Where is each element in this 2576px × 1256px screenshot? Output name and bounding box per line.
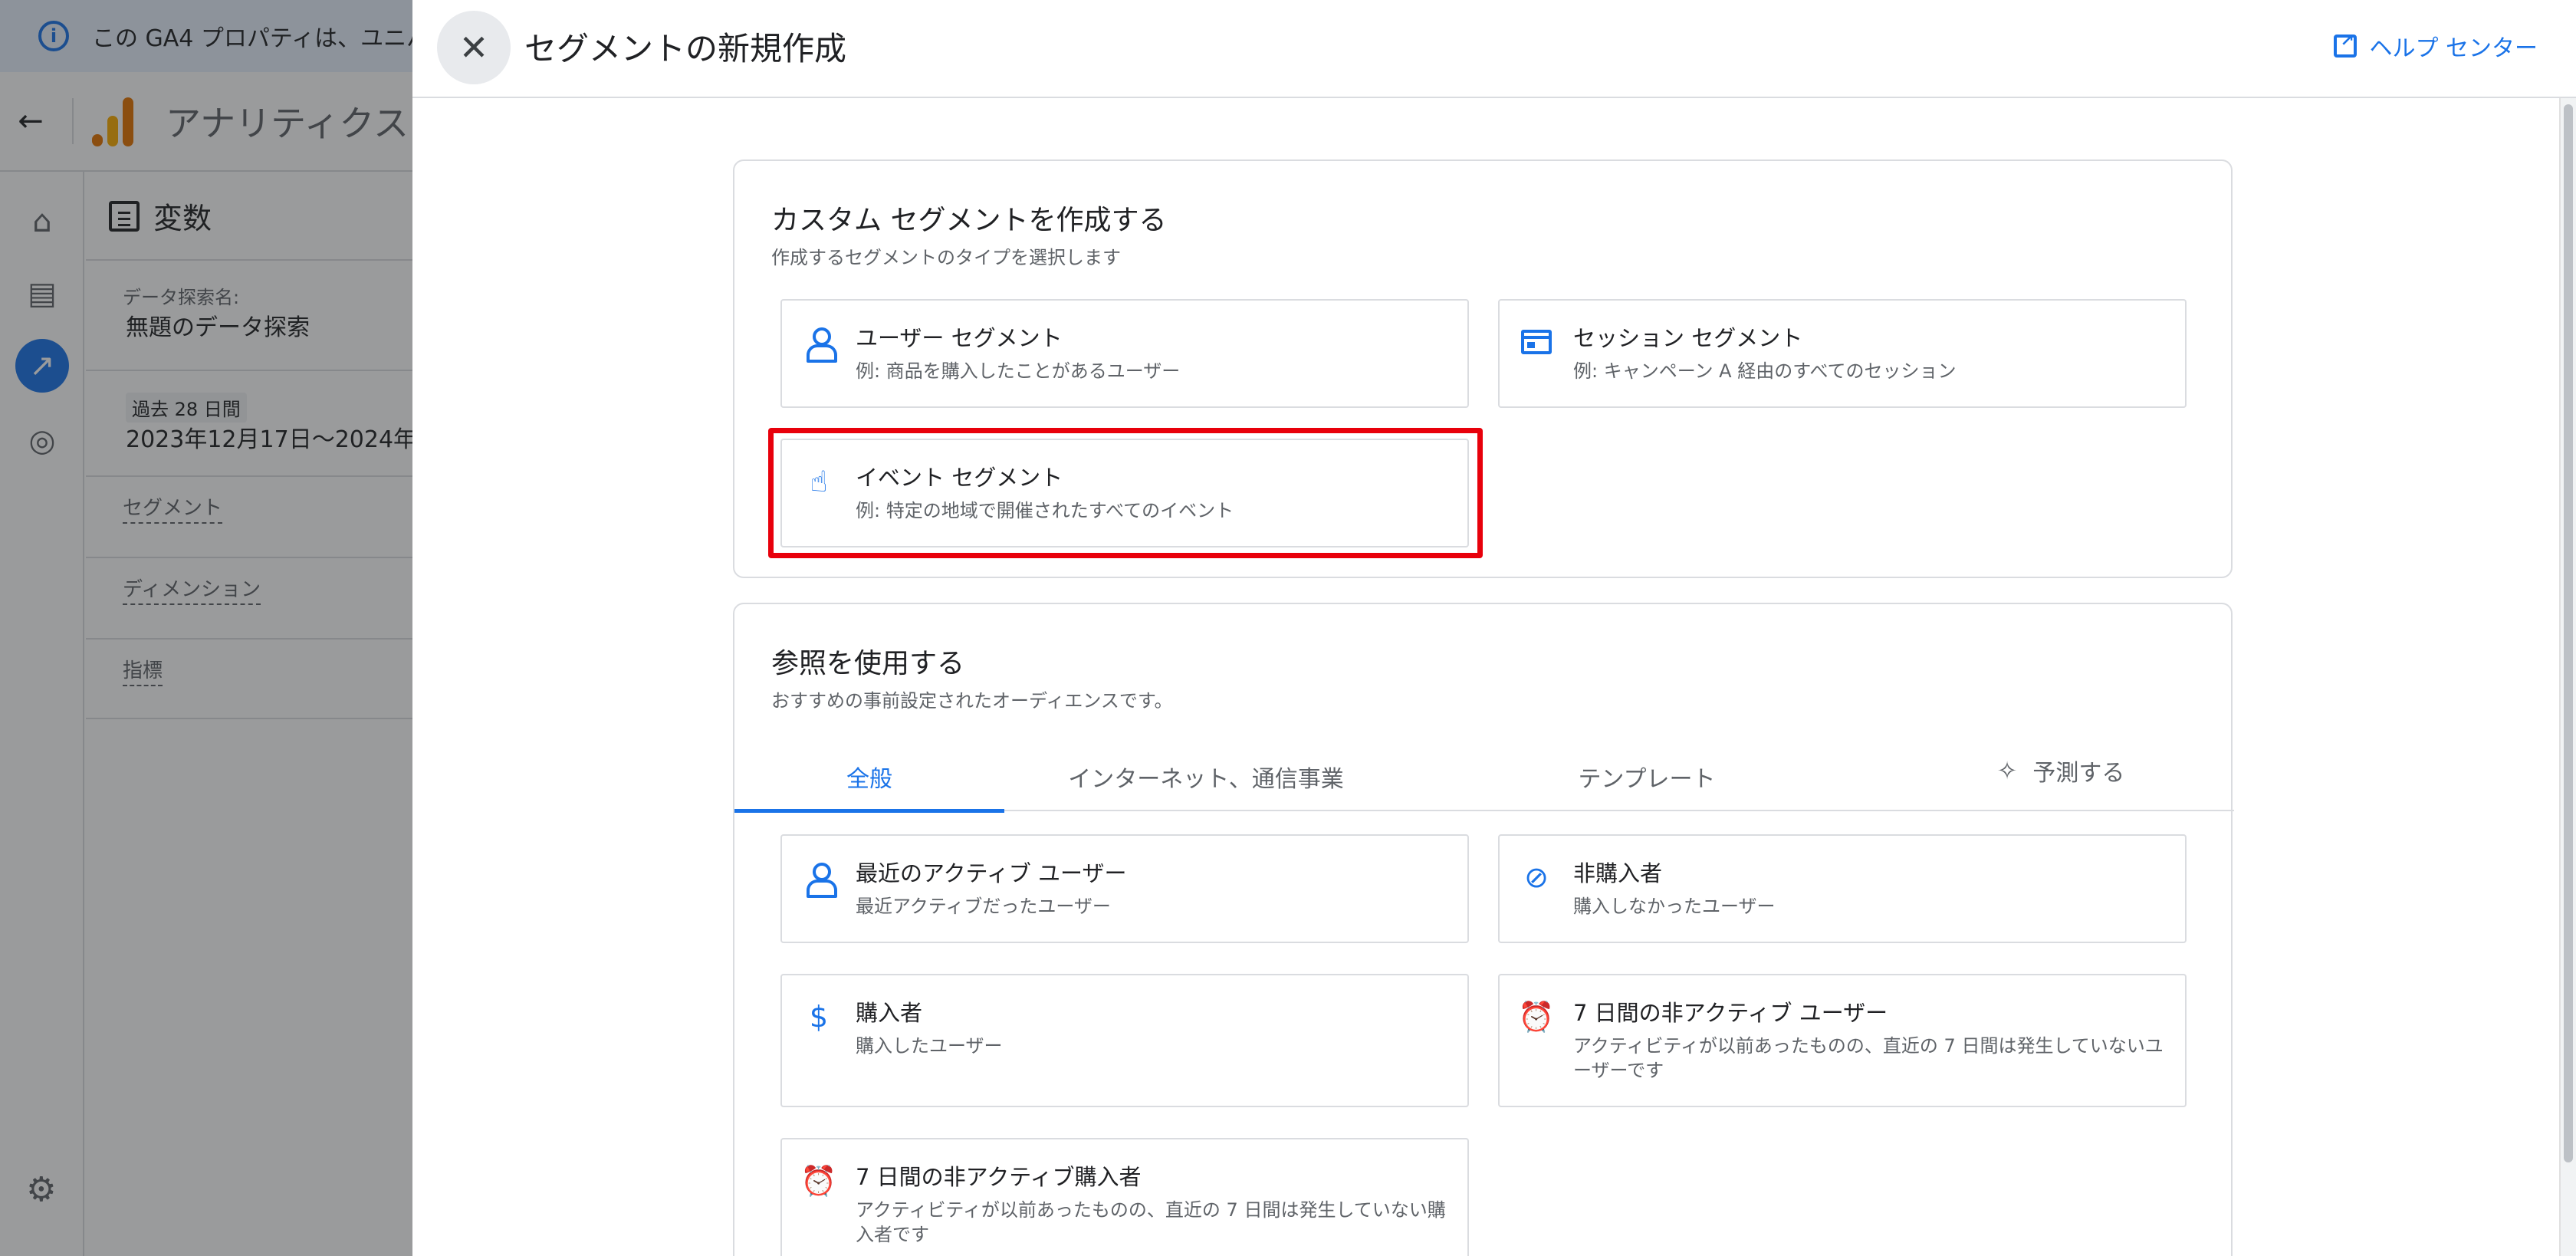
drawer-header: ✕ セグメントの新規作成 ヘルプ センター <box>412 0 2576 98</box>
highlight-box <box>768 428 1483 558</box>
dollar-icon: $ <box>809 1000 829 1034</box>
option-description: 最近アクティブだったユーザー <box>856 896 1111 917</box>
open-in-new-icon <box>2334 31 2358 58</box>
tab-predictive[interactable]: ✧ 予測する <box>1961 736 2160 805</box>
option-title: 購入者 <box>856 1000 923 1026</box>
reference-tabs: 全般 インターネット、通信事業 テンプレート ✧ 予測する <box>734 742 2234 813</box>
option-title: 非購入者 <box>1573 860 1663 886</box>
close-button[interactable]: ✕ <box>437 11 511 84</box>
option-description: 購入したユーザー <box>856 1035 1003 1057</box>
alarm-off-icon: ⏰ <box>800 1163 837 1198</box>
option-title: セッション セグメント <box>1573 325 1803 351</box>
option-description: アクティビティが以前あったものの、直近の 7 日間は発生していないユーザーです <box>1573 1035 2164 1081</box>
option-description: アクティビティが以前あったものの、直近の 7 日間は発生していない購入者です <box>856 1199 1446 1245</box>
reference-title: 参照を使用する <box>771 648 965 679</box>
scrollbar[interactable] <box>2559 98 2576 1256</box>
option-title: 7 日間の非アクティブ ユーザー <box>1573 1000 1888 1026</box>
magic-wand-icon: ✧ <box>1996 756 2018 785</box>
session-segment-option[interactable]: セッション セグメント 例: キャンペーン A 経由のすべてのセッション <box>1498 299 2187 408</box>
option-description: 例: 商品を購入したことがあるユーザー <box>856 360 1181 382</box>
option-description: 例: キャンペーン A 経由のすべてのセッション <box>1573 360 1957 382</box>
alarm-off-icon: ⏰ <box>1518 999 1555 1034</box>
tab-general[interactable]: 全般 <box>734 742 1004 813</box>
non-purchasers-option[interactable]: ⊘ 非購入者 購入しなかったユーザー <box>1498 834 2187 943</box>
close-icon: ✕ <box>458 27 489 68</box>
tab-predictive-label: 予測する <box>2032 760 2125 787</box>
new-segment-drawer: ✕ セグメントの新規作成 ヘルプ センター カスタム セグメントを作成する 作成… <box>412 0 2576 1256</box>
inactive-7day-purchasers-option[interactable]: ⏰ 7 日間の非アクティブ購入者 アクティビティが以前あったものの、直近の 7 … <box>780 1138 1469 1256</box>
option-title: ユーザー セグメント <box>856 325 1063 351</box>
option-description: 購入しなかったユーザー <box>1573 896 1776 917</box>
session-icon <box>1520 325 1553 359</box>
help-center-label: ヘルプ センター <box>2369 35 2538 62</box>
tab-templates[interactable]: テンプレート <box>1532 742 1762 811</box>
option-title: 最近のアクティブ ユーザー <box>856 860 1127 886</box>
person-icon <box>802 860 837 898</box>
inactive-7day-users-option[interactable]: ⏰ 7 日間の非アクティブ ユーザー アクティビティが以前あったものの、直近の … <box>1498 974 2187 1107</box>
no-purchase-icon: ⊘ <box>1524 860 1549 894</box>
option-title: 7 日間の非アクティブ購入者 <box>856 1164 1142 1190</box>
user-segment-option[interactable]: ユーザー セグメント 例: 商品を購入したことがあるユーザー <box>780 299 1469 408</box>
help-center-link[interactable]: ヘルプ センター <box>2334 29 2538 63</box>
reference-card: 参照を使用する おすすめの事前設定されたオーディエンスです。 全般 インターネッ… <box>733 603 2234 1256</box>
custom-segment-subtitle: 作成するセグメントのタイプを選択します <box>771 247 1121 268</box>
person-icon <box>802 325 837 363</box>
custom-segment-card: カスタム セグメントを作成する 作成するセグメントのタイプを選択します ユーザー… <box>733 159 2233 578</box>
scrollbar-thumb[interactable] <box>2564 104 2573 1162</box>
custom-segment-title: カスタム セグメントを作成する <box>771 205 1167 236</box>
recent-active-users-option[interactable]: 最近のアクティブ ユーザー 最近アクティブだったユーザー <box>780 834 1469 943</box>
reference-subtitle: おすすめの事前設定されたオーディエンスです。 <box>771 690 1173 712</box>
purchasers-option[interactable]: $ 購入者 購入したユーザー <box>780 974 1469 1107</box>
drawer-title: セグメントの新規作成 <box>524 30 847 67</box>
tab-internet-telecom[interactable]: インターネット、通信事業 <box>1041 742 1371 811</box>
